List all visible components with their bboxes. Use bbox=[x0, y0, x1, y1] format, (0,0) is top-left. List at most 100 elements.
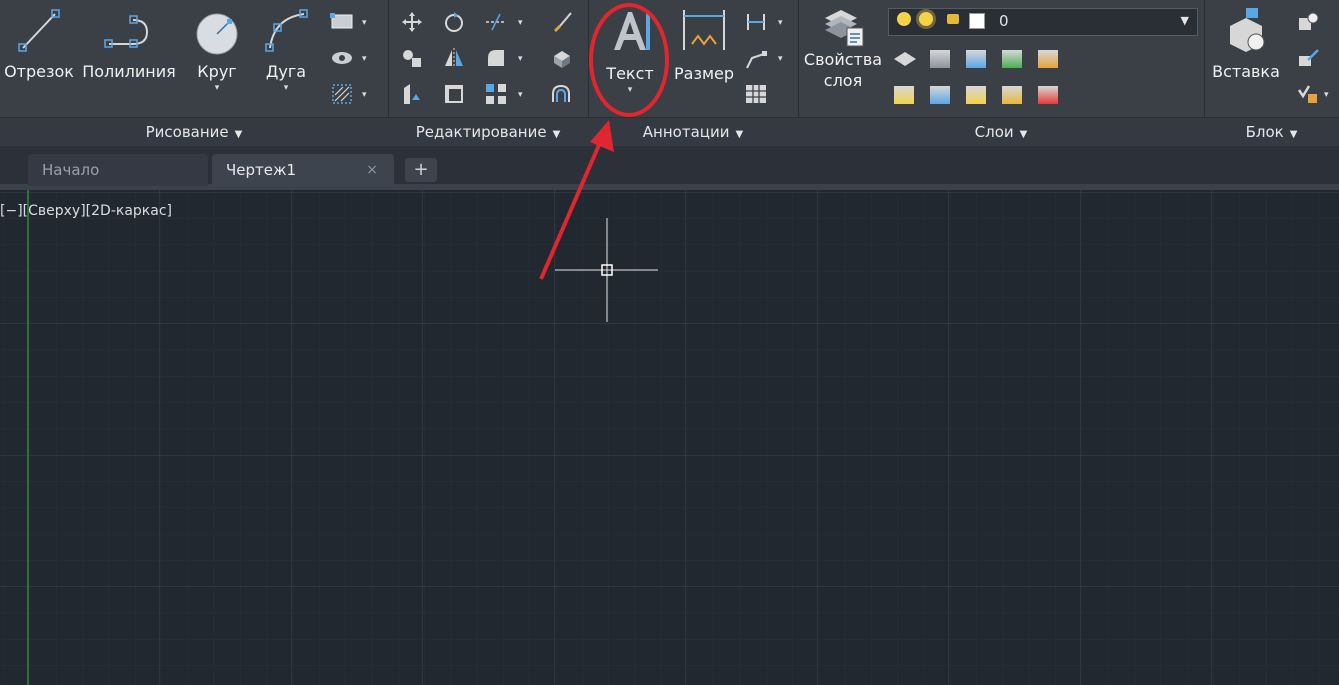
block-panel-title-text: Блок bbox=[1245, 123, 1284, 141]
layer-properties-label-2: слоя bbox=[823, 71, 863, 90]
layer-thaw-icon[interactable] bbox=[966, 86, 986, 104]
layer-bulb-icon[interactable] bbox=[897, 12, 911, 26]
layer-match-icon[interactable] bbox=[930, 86, 950, 104]
layer-tools-row-1 bbox=[894, 48, 1164, 72]
layer-sun-icon[interactable] bbox=[919, 12, 933, 26]
dimension-icon bbox=[683, 10, 725, 50]
hatch-dropdown-icon[interactable]: ▾ bbox=[362, 90, 367, 100]
new-tab-button[interactable]: + bbox=[405, 158, 437, 182]
polyline-button[interactable]: Полилиния bbox=[80, 4, 178, 81]
circle-label: Круг bbox=[197, 62, 237, 81]
layer-lock-icon[interactable] bbox=[947, 14, 959, 24]
layer-on-icon[interactable] bbox=[894, 86, 914, 104]
layer-walk-icon[interactable] bbox=[1038, 50, 1058, 68]
table-icon[interactable] bbox=[744, 82, 768, 106]
insert-icon bbox=[1230, 8, 1265, 52]
leader-dropdown-icon[interactable]: ▾ bbox=[778, 54, 783, 64]
layer-dropdown-arrow-icon[interactable]: ▼ bbox=[1181, 14, 1189, 27]
mirror-icon[interactable] bbox=[442, 46, 466, 70]
block-panel-title[interactable]: Блок ▼ bbox=[1204, 117, 1339, 146]
create-block-icon[interactable] bbox=[1296, 10, 1320, 34]
arc-label: Дуга bbox=[265, 62, 307, 81]
move-icon[interactable] bbox=[400, 10, 424, 34]
block-panel-expand-icon: ▼ bbox=[1289, 129, 1298, 140]
layer-lock-tool-icon[interactable] bbox=[1002, 50, 1022, 68]
modify-panel-expand-icon: ▼ bbox=[552, 129, 561, 140]
text-label: Текст bbox=[606, 64, 654, 83]
rotate-icon[interactable] bbox=[442, 10, 466, 34]
line-label: Отрезок bbox=[4, 62, 74, 81]
layers-panel-title[interactable]: Слои ▼ bbox=[798, 117, 1204, 146]
hatch-icon[interactable] bbox=[330, 82, 354, 106]
layer-unlock-icon[interactable] bbox=[1002, 86, 1022, 104]
array-icon[interactable] bbox=[484, 82, 508, 106]
trim-icon[interactable] bbox=[484, 10, 508, 34]
fillet-icon[interactable] bbox=[484, 46, 508, 70]
dimension-label: Размер bbox=[673, 64, 735, 83]
edit-block-icon[interactable] bbox=[1296, 46, 1320, 70]
arc-button[interactable]: Дуга ▾ bbox=[256, 4, 316, 93]
layers-panel-title-text: Слои bbox=[974, 123, 1014, 141]
array-dropdown-icon[interactable]: ▾ bbox=[518, 90, 523, 100]
erase-brush-icon[interactable] bbox=[550, 10, 574, 34]
layer-properties-label-1: Свойства bbox=[803, 50, 883, 69]
array-3d-icon[interactable] bbox=[550, 46, 574, 70]
arc-dropdown-icon[interactable]: ▾ bbox=[256, 83, 316, 93]
scale-icon[interactable] bbox=[442, 82, 466, 106]
layer-isolate-icon[interactable] bbox=[930, 50, 950, 68]
line-icon bbox=[18, 9, 60, 52]
trim-dropdown-icon[interactable]: ▾ bbox=[518, 18, 523, 28]
layer-properties-button[interactable]: Свойства слоя bbox=[802, 4, 884, 90]
annotation-panel-expand-icon: ▼ bbox=[735, 129, 744, 140]
layer-properties-icon bbox=[825, 10, 864, 47]
modify-panel-title-text: Редактирование bbox=[415, 123, 547, 141]
layer-merge-icon[interactable] bbox=[1038, 86, 1058, 104]
tab-drawing1-label: Чертеж1 bbox=[226, 161, 297, 179]
rectangle-icon[interactable] bbox=[330, 10, 354, 34]
drawing-canvas[interactable] bbox=[0, 190, 1339, 685]
line-button[interactable]: Отрезок bbox=[4, 4, 74, 81]
circle-button[interactable]: Круг ▾ bbox=[188, 4, 246, 93]
layer-off-icon[interactable] bbox=[894, 52, 916, 66]
block-attributes-dropdown-icon[interactable]: ▾ bbox=[1324, 90, 1329, 100]
modify-panel: ▾ ▾ ▾ Редактирование ▼ bbox=[388, 0, 589, 146]
hatch-ellipse-icon[interactable] bbox=[330, 46, 354, 70]
polyline-label: Полилиния bbox=[82, 62, 176, 81]
polyline-icon bbox=[104, 15, 149, 48]
circle-dropdown-icon[interactable]: ▾ bbox=[188, 83, 246, 93]
rectangle-dropdown-icon[interactable]: ▾ bbox=[362, 18, 367, 28]
tab-start-label: Начало bbox=[42, 161, 100, 179]
layers-panel: Свойства слоя 0 ▼ Слои ▼ bbox=[798, 0, 1205, 146]
close-tab-icon[interactable]: × bbox=[366, 154, 378, 186]
modify-panel-title[interactable]: Редактирование ▼ bbox=[388, 117, 588, 146]
offset-icon[interactable] bbox=[550, 82, 574, 106]
fillet-dropdown-icon[interactable]: ▾ bbox=[518, 54, 523, 64]
draw-panel-title[interactable]: Рисование ▼ bbox=[0, 117, 388, 146]
copy-icon[interactable] bbox=[400, 46, 424, 70]
layer-tools-row-2 bbox=[894, 84, 1164, 108]
layer-dropdown[interactable]: 0 ▼ bbox=[888, 8, 1198, 36]
linear-dimension-icon[interactable] bbox=[744, 10, 768, 34]
current-layer-name: 0 bbox=[999, 12, 1009, 30]
annotation-panel-title[interactable]: Аннотации ▼ bbox=[588, 117, 798, 146]
text-button[interactable]: Текст ▾ bbox=[600, 4, 660, 95]
draw-panel-title-text: Рисование bbox=[145, 123, 229, 141]
block-attributes-icon[interactable] bbox=[1296, 82, 1320, 106]
tab-start[interactable]: Начало bbox=[28, 154, 208, 186]
arc-icon bbox=[265, 9, 308, 52]
layer-color-swatch[interactable] bbox=[969, 13, 985, 29]
leader-icon[interactable] bbox=[744, 46, 768, 70]
layer-freeze-icon[interactable] bbox=[966, 50, 986, 68]
insert-label: Вставка bbox=[1212, 62, 1280, 81]
stretch-icon[interactable] bbox=[400, 82, 424, 106]
drawing-grid bbox=[0, 190, 1339, 685]
text-dropdown-icon[interactable]: ▾ bbox=[600, 85, 660, 95]
linear-dimension-dropdown-icon[interactable]: ▾ bbox=[778, 18, 783, 28]
tab-drawing1[interactable]: Чертеж1 × bbox=[212, 154, 394, 186]
layers-panel-expand-icon: ▼ bbox=[1019, 129, 1028, 140]
dimension-button[interactable]: Размер bbox=[672, 4, 736, 83]
viewport-controls-label[interactable]: [−][Сверху][2D-каркас] bbox=[0, 203, 172, 219]
draw-panel: Отрезок Полилиния Круг ▾ Дуга ▾ ▾ ▾ ▾ Ри… bbox=[0, 0, 389, 146]
ellipse-dropdown-icon[interactable]: ▾ bbox=[362, 54, 367, 64]
insert-button[interactable]: Вставка bbox=[1208, 4, 1284, 81]
